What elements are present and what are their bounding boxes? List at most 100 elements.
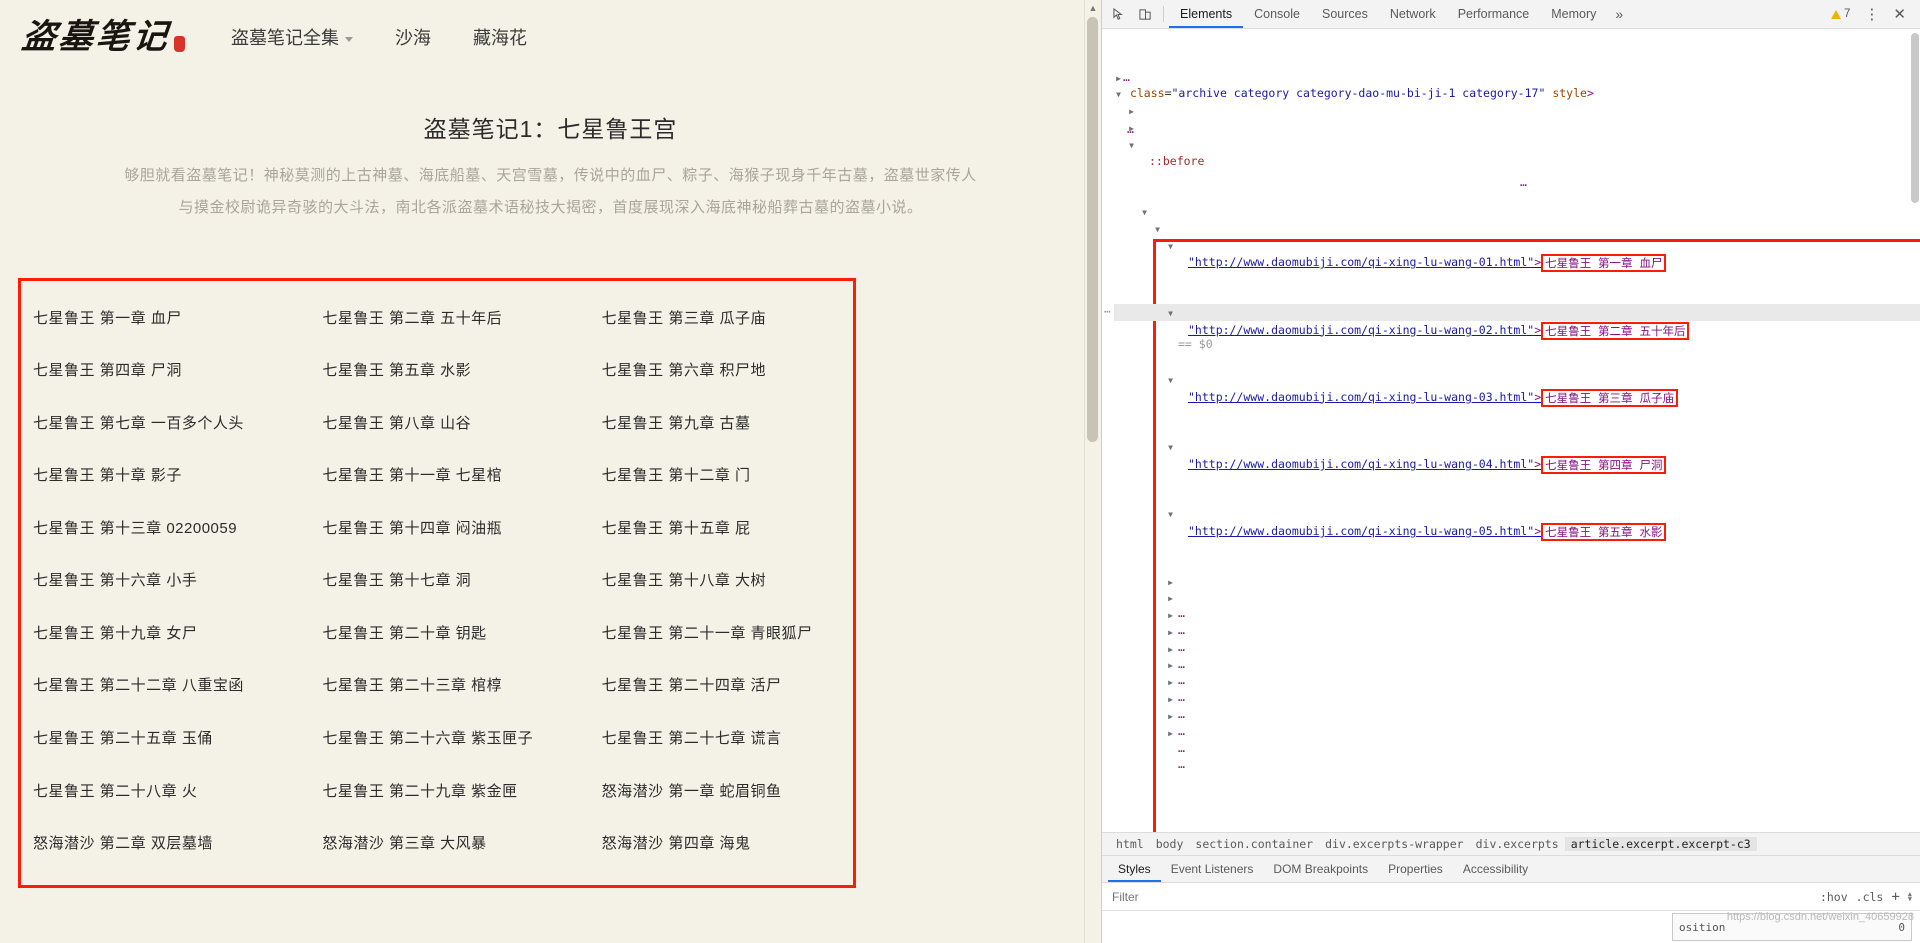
anchor-close-node[interactable] [1114,405,1920,422]
article-close-node[interactable] [1114,489,1920,506]
article-node-collapsed[interactable]: … [1114,606,1920,654]
doctype-node[interactable] [1114,35,1920,52]
article-close-node[interactable] [1114,556,1920,573]
dom-tree[interactable]: … class="archive category category-dao-m… [1102,29,1920,832]
anchor-close-node[interactable] [1114,472,1920,489]
excerpts-node[interactable] [1114,220,1920,832]
breadcrumb-item[interactable]: section.container [1189,837,1319,851]
excerpt-link[interactable]: 七星鲁王 第五章 水影 [322,359,471,380]
collapse-triangle-icon[interactable] [1166,726,1175,743]
header-node[interactable]: … [1114,102,1920,136]
article-node-collapsed[interactable]: … [1114,656,1920,704]
more-tabs-icon[interactable]: » [1607,6,1631,22]
section-node[interactable] [1114,136,1920,153]
excerpt-link[interactable]: 七星鲁王 第二十七章 谎言 [602,727,782,748]
asst-close-node[interactable] [1114,186,1920,203]
anchor-node[interactable]: "http://www.daomubiji.com/qi-xing-lu-wan… [1114,388,1920,407]
excerpt-link[interactable]: 七星鲁王 第十九章 女尸 [33,622,197,643]
inspect-element-icon[interactable] [1106,2,1132,26]
excerpt-link[interactable]: 七星鲁王 第二十章 钥匙 [322,622,486,643]
body-node[interactable]: class="archive category category-dao-mu-… [1114,85,1920,102]
styles-filter-input[interactable] [1110,888,1820,905]
article-node[interactable] [1114,371,1920,388]
breadcrumb-item[interactable]: div.excerpts [1470,837,1565,851]
excerpt-link[interactable]: 七星鲁王 第四章 尸洞 [33,359,182,380]
close-icon[interactable]: ✕ [1887,7,1912,22]
excerpt-link[interactable]: 怒海潜沙 第一章 蛇眉铜鱼 [602,780,782,801]
excerpt-link[interactable]: 七星鲁王 第二十三章 棺椁 [322,674,502,695]
excerpt-link[interactable]: 七星鲁王 第十三章 02200059 [33,517,237,538]
excerpt-link[interactable]: 七星鲁王 第二十九章 紫金匣 [322,780,517,801]
anchor-node[interactable]: "http://www.daomubiji.com/qi-xing-lu-wan… [1114,522,1920,542]
computed-spinner-icon[interactable]: ▲ ▼ [1908,890,1912,902]
excerpt-link[interactable]: 七星鲁王 第二十六章 紫玉匣子 [322,727,533,748]
excerpt-link[interactable]: 七星鲁王 第七章 一百多个人头 [33,412,244,433]
excerpt-link[interactable]: 七星鲁王 第二十八章 火 [33,780,197,801]
article-node-collapsed[interactable]: … [1114,724,1920,771]
article-node-collapsed[interactable]: … [1114,573,1920,620]
asst-node[interactable] [1114,169,1920,186]
device-toolbar-icon[interactable] [1132,2,1158,26]
excerpt-link[interactable]: 七星鲁王 第八章 山谷 [322,412,471,433]
article-node-collapsed[interactable]: … [1114,673,1920,721]
head-node[interactable]: … [1114,69,1920,86]
subtab-styles[interactable]: Styles [1108,856,1161,882]
tab-sources[interactable]: Sources [1311,0,1379,28]
article-node-selected[interactable]: ⋯ == $0 [1104,303,1920,351]
excerpt-link[interactable]: 七星鲁王 第二十一章 青眼狐尸 [602,622,813,643]
breadcrumb-item[interactable]: body [1150,837,1190,851]
nav-item-canghaihua[interactable]: 藏海花 [473,24,527,50]
page-scroll-thumb[interactable] [1087,17,1098,442]
tab-memory[interactable]: Memory [1540,0,1607,28]
excerpt-link[interactable]: 怒海潜沙 第二章 双层墓墙 [33,832,213,853]
anchor-close-node[interactable] [1114,270,1920,287]
before-pseudo-node[interactable]: ::before [1114,153,1920,170]
anchor-node[interactable]: "http://www.daomubiji.com/qi-xing-lu-wan… [1114,253,1920,273]
article-node[interactable] [1114,438,1920,455]
excerpt-link[interactable]: 七星鲁王 第九章 古墓 [602,412,751,433]
article-node-collapsed[interactable]: … [1114,640,1920,687]
breadcrumb-item[interactable]: html [1110,837,1150,851]
scroll-up-arrow-icon[interactable]: ▲ [1085,0,1101,16]
article-node-collapsed[interactable]: … [1114,589,1920,637]
excerpt-link[interactable]: 七星鲁王 第六章 积尸地 [602,359,766,380]
tab-network[interactable]: Network [1379,0,1447,28]
article-node[interactable] [1114,237,1920,254]
excerpt-link[interactable]: 七星鲁王 第十一章 七星棺 [322,464,502,485]
excerpt-link[interactable]: 怒海潜沙 第三章 大风暴 [322,832,486,853]
warning-badge[interactable]: 7 [1825,8,1856,20]
article-node[interactable] [1114,505,1920,522]
anchor-close-node[interactable] [1114,337,1920,354]
article-close-node[interactable] [1114,354,1920,371]
anchor-node[interactable]: "http://www.daomubiji.com/qi-xing-lu-wan… [1114,455,1920,474]
devtools-menu-icon[interactable]: ⋮ [1858,7,1885,22]
article-node-collapsed[interactable]: … [1114,707,1920,755]
article-node-collapsed[interactable]: … [1114,690,1920,738]
article-close-node[interactable] [1114,287,1920,304]
breadcrumb-item[interactable]: article.excerpt.excerpt-c3 [1564,837,1757,851]
excerpt-link[interactable]: 七星鲁王 第十二章 门 [602,464,751,485]
excerpt-link[interactable]: 七星鲁王 第十八章 大树 [602,569,766,590]
excerpt-link[interactable]: 七星鲁王 第十六章 小手 [33,569,197,590]
anchor-node[interactable]: "http://www.daomubiji.com/qi-xing-lu-wan… [1114,321,1920,340]
nav-item-quanji[interactable]: 盗墓笔记全集 [231,24,353,50]
excerpt-link[interactable]: 七星鲁王 第二章 五十年后 [322,307,502,328]
excerpt-link[interactable]: 怒海潜沙 第四章 海鬼 [602,832,751,853]
site-logo[interactable]: 盗墓笔记 [20,17,185,57]
breadcrumb-item[interactable]: div.excerpts-wrapper [1319,837,1469,851]
excerpt-link[interactable]: 七星鲁王 第二十二章 八重宝函 [33,674,244,695]
dom-tree-scrollbar[interactable] [1910,29,1920,832]
article-node-collapsed[interactable]: … [1114,623,1920,671]
excerpt-link[interactable]: 七星鲁王 第一章 血尸 [33,307,182,328]
focusbox-node[interactable]: … [1114,119,1920,189]
tab-performance[interactable]: Performance [1447,0,1541,28]
new-style-rule-icon[interactable]: + [1891,889,1899,905]
excerpt-link[interactable]: 七星鲁王 第十七章 洞 [322,569,471,590]
excerpt-link[interactable]: 七星鲁王 第十章 影子 [33,464,182,485]
article-close-node[interactable] [1114,421,1920,438]
hov-toggle[interactable]: :hov [1820,890,1848,904]
excerpt-link[interactable]: 七星鲁王 第十四章 闷油瓶 [322,517,502,538]
excerpt-link[interactable]: 七星鲁王 第三章 瓜子庙 [602,307,766,328]
tab-console[interactable]: Console [1243,0,1311,28]
anchor-close-node[interactable] [1114,539,1920,556]
